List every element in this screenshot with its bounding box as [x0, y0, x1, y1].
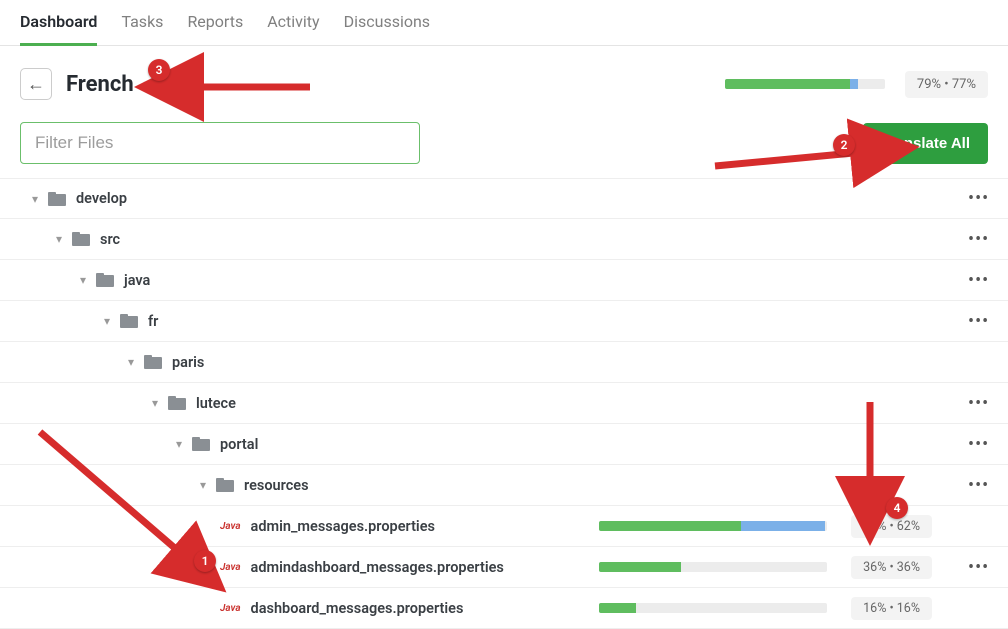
row-more-icon[interactable]: ••• — [968, 270, 988, 291]
java-file-icon: Java — [220, 562, 241, 573]
folder-row[interactable]: ▾ java ••• — [0, 260, 1008, 301]
expand-toggle[interactable]: ▾ — [52, 232, 66, 246]
folder-row[interactable]: ▾ portal ••• — [0, 424, 1008, 465]
folder-icon — [216, 478, 234, 492]
annotation-callout: 3 — [148, 59, 170, 81]
row-more-icon[interactable]: ••• — [968, 475, 988, 496]
node-name: dashboard_messages.properties — [251, 600, 464, 617]
folder-row[interactable]: ▾paris••• — [0, 342, 1008, 383]
filter-bar: Translate All — [0, 122, 1008, 178]
node-name: resources — [244, 477, 309, 494]
folder-icon — [96, 273, 114, 287]
expand-toggle[interactable]: ▾ — [76, 273, 90, 287]
annotation-callout: 4 — [886, 497, 908, 519]
folder-row[interactable]: ▾ resources ••• — [0, 465, 1008, 506]
expand-toggle[interactable]: ▾ — [100, 314, 114, 328]
arrow-left-icon: ← — [27, 74, 45, 95]
node-name: src — [100, 231, 120, 248]
folder-icon — [192, 437, 210, 451]
node-name: admin_messages.properties — [251, 518, 435, 535]
language-progress-pct: 79% • 77% — [905, 71, 988, 98]
node-name: develop — [76, 190, 127, 207]
expand-toggle[interactable]: ▾ — [148, 396, 162, 410]
tab-activity[interactable]: Activity — [267, 0, 319, 45]
row-more-icon[interactable]: ••• — [968, 311, 988, 332]
folder-row[interactable]: ▾ src ••• — [0, 219, 1008, 260]
java-file-icon: Java — [220, 521, 241, 532]
annotation-callout: 2 — [833, 134, 855, 156]
language-name: French — [66, 72, 134, 97]
row-more-icon[interactable]: ••• — [968, 434, 988, 455]
folder-icon — [48, 192, 66, 206]
back-button[interactable]: ← — [20, 68, 52, 100]
folder-icon — [120, 314, 138, 328]
row-more-icon[interactable]: ••• — [968, 393, 988, 414]
language-header: ← French ▾ 79% • 77% — [0, 46, 1008, 122]
file-row[interactable]: Java dashboard_messages.properties 16% • 1… — [0, 588, 1008, 629]
language-progress-bar — [725, 79, 885, 89]
expand-toggle[interactable]: ▾ — [28, 192, 42, 206]
folder-row[interactable]: ▾ develop ••• — [0, 178, 1008, 219]
file-progress-pct: 36% • 36% — [851, 556, 932, 579]
java-file-icon: Java — [220, 603, 241, 614]
expand-toggle[interactable]: ▾ — [172, 437, 186, 451]
file-progress-bar — [599, 521, 827, 531]
file-row[interactable]: Java admindashboard_messages.properties 36… — [0, 547, 1008, 588]
node-name: paris — [172, 354, 204, 371]
file-tree: ▾ develop ••• ▾ src ••• ▾ java ••• ▾ fr ••• ▾ paris ••… — [0, 178, 1008, 629]
tab-dashboard[interactable]: Dashboard — [20, 0, 97, 45]
translate-all-button[interactable]: Translate All — [863, 123, 988, 164]
tab-tasks[interactable]: Tasks — [121, 0, 163, 45]
folder-row[interactable]: ▾ fr ••• — [0, 301, 1008, 342]
tab-discussions[interactable]: Discussions — [344, 0, 430, 45]
filter-files-input[interactable] — [20, 122, 420, 164]
node-name: fr — [148, 313, 158, 330]
annotation-callout: 1 — [194, 550, 216, 572]
expand-toggle[interactable]: ▾ — [124, 355, 138, 369]
folder-icon — [72, 232, 90, 246]
file-progress-bar — [599, 562, 827, 572]
node-name: java — [124, 272, 150, 289]
tabs: Dashboard Tasks Reports Activity Discussions — [0, 0, 1008, 46]
row-more-icon[interactable]: ••• — [968, 557, 988, 578]
file-progress-bar — [599, 603, 827, 613]
row-more-icon[interactable]: ••• — [968, 188, 988, 209]
node-name: lutece — [196, 395, 236, 412]
tab-reports[interactable]: Reports — [187, 0, 243, 45]
folder-row[interactable]: ▾ lutece ••• — [0, 383, 1008, 424]
file-row[interactable]: Javaadmin_messages.properties99% • 62%••… — [0, 506, 1008, 547]
language-dropdown-caret[interactable]: ▾ — [144, 77, 150, 91]
folder-icon — [144, 355, 162, 369]
folder-icon — [168, 396, 186, 410]
node-name: portal — [220, 436, 258, 453]
node-name: admindashboard_messages.properties — [251, 559, 504, 576]
row-more-icon[interactable]: ••• — [968, 229, 988, 250]
expand-toggle[interactable]: ▾ — [196, 478, 210, 492]
file-progress-pct: 16% • 16% — [851, 597, 932, 620]
